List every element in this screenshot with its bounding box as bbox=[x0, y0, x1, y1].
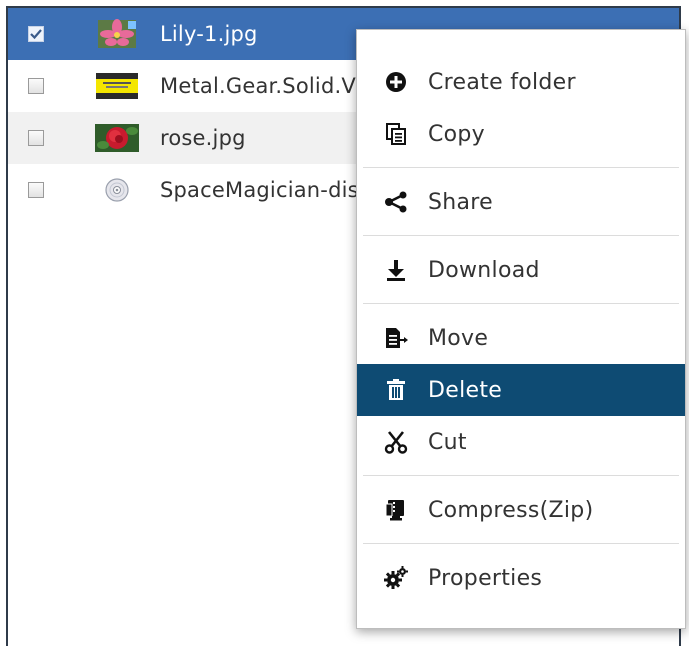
menu-item-share[interactable]: Share bbox=[357, 176, 685, 228]
menu-divider bbox=[363, 475, 679, 476]
row-checkbox[interactable] bbox=[28, 182, 44, 198]
rose-photo-thumbnail bbox=[94, 121, 140, 155]
menu-divider bbox=[363, 167, 679, 168]
menu-divider bbox=[363, 235, 679, 236]
compress-zip-icon bbox=[384, 498, 408, 522]
file-name: Lily-1.jpg bbox=[160, 22, 258, 46]
menu-item-label: Copy bbox=[428, 121, 486, 147]
menu-item-label: Properties bbox=[428, 565, 543, 591]
menu-item-label: Move bbox=[428, 325, 489, 351]
context-menu: Create folder Copy Share Download Move D… bbox=[356, 29, 686, 629]
menu-item-label: Cut bbox=[428, 429, 467, 455]
menu-item-label: Create folder bbox=[428, 69, 576, 95]
file-name: SpaceMagician-disc bbox=[160, 178, 371, 202]
menu-item-label: Delete bbox=[428, 377, 503, 403]
file-name: Metal.Gear.Solid.V bbox=[160, 74, 356, 98]
menu-divider bbox=[363, 303, 679, 304]
menu-item-cut[interactable]: Cut bbox=[357, 416, 685, 468]
menu-item-properties[interactable]: Properties bbox=[357, 552, 685, 604]
disc-icon bbox=[94, 173, 140, 207]
trash-icon bbox=[384, 378, 408, 402]
move-file-icon bbox=[384, 326, 408, 350]
lily-photo-thumbnail bbox=[94, 17, 140, 51]
menu-item-label: Compress(Zip) bbox=[428, 497, 594, 523]
share-icon bbox=[384, 190, 408, 214]
menu-divider bbox=[363, 543, 679, 544]
row-checkbox[interactable] bbox=[28, 78, 44, 94]
menu-item-compress[interactable]: Compress(Zip) bbox=[357, 484, 685, 536]
checkmark-icon bbox=[30, 29, 42, 40]
copy-icon bbox=[384, 122, 408, 146]
scissors-icon bbox=[384, 430, 408, 454]
row-checkbox[interactable] bbox=[28, 26, 44, 42]
metal-gear-cover-thumbnail bbox=[94, 69, 140, 103]
gears-icon bbox=[384, 566, 408, 590]
menu-item-create-folder[interactable]: Create folder bbox=[357, 56, 685, 108]
menu-item-label: Share bbox=[428, 189, 493, 215]
menu-item-copy[interactable]: Copy bbox=[357, 108, 685, 160]
menu-item-label: Download bbox=[428, 257, 540, 283]
menu-item-move[interactable]: Move bbox=[357, 312, 685, 364]
menu-item-delete[interactable]: Delete bbox=[357, 364, 685, 416]
plus-circle-icon bbox=[384, 70, 408, 94]
download-icon bbox=[384, 258, 408, 282]
file-name: rose.jpg bbox=[160, 126, 246, 150]
row-checkbox[interactable] bbox=[28, 130, 44, 146]
menu-item-download[interactable]: Download bbox=[357, 244, 685, 296]
